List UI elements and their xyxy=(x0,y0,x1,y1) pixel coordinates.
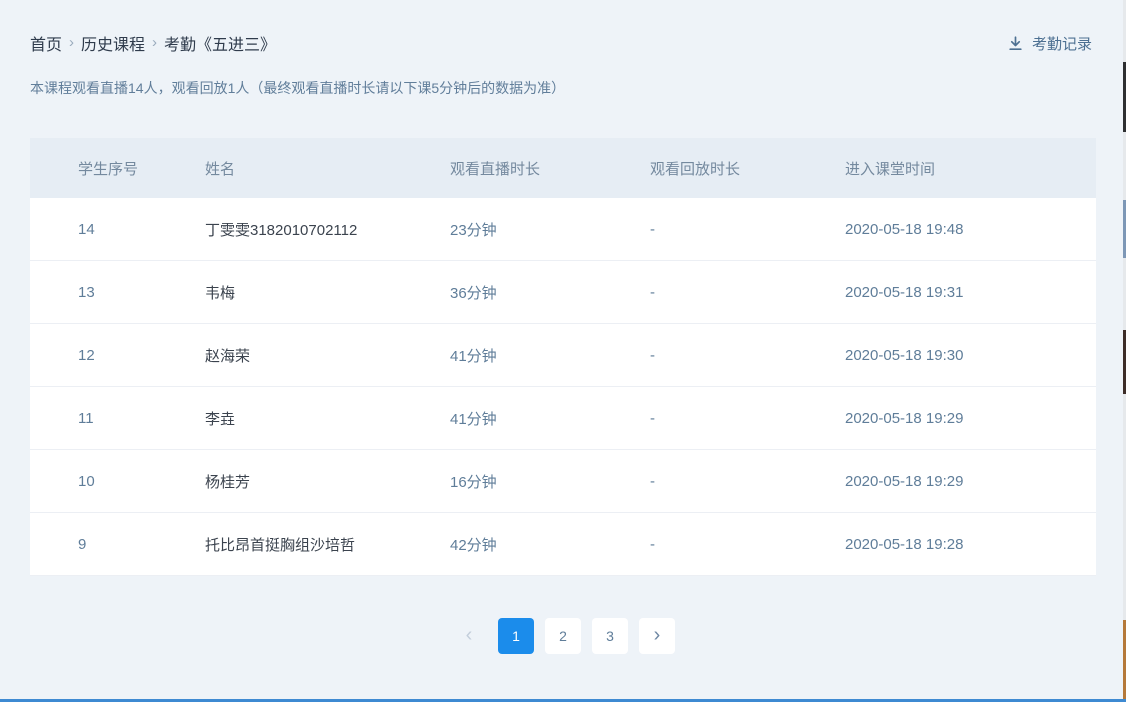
column-header-enter-time: 进入课堂时间 xyxy=(845,158,1096,179)
cell-enter: 2020-05-18 19:48 xyxy=(845,221,1096,238)
cell-enter: 2020-05-18 19:29 xyxy=(845,410,1096,427)
chevron-right-icon: › xyxy=(654,625,661,645)
cell-name: 赵海荣 xyxy=(205,345,450,366)
attendance-table: 学生序号 姓名 观看直播时长 观看回放时长 进入课堂时间 14 丁雯雯31820… xyxy=(30,138,1096,576)
cell-live: 23分钟 xyxy=(450,219,650,240)
table-row: 11 李垚 41分钟 - 2020-05-18 19:29 xyxy=(30,387,1096,450)
cell-replay: - xyxy=(650,473,845,490)
top-bar: 首页 › 历史课程 › 考勤《五进三》 考勤记录 xyxy=(30,30,1092,56)
table-row: 10 杨桂芳 16分钟 - 2020-05-18 19:29 xyxy=(30,450,1096,513)
cell-replay: - xyxy=(650,536,845,553)
column-header-student-seq: 学生序号 xyxy=(30,158,205,179)
cell-replay: - xyxy=(650,284,845,301)
cell-seq: 10 xyxy=(30,473,205,490)
breadcrumb-current-attendance: 考勤《五进三》 xyxy=(164,31,276,55)
cell-seq: 11 xyxy=(30,410,205,427)
attendance-page: 首页 › 历史课程 › 考勤《五进三》 考勤记录 本课程观看直播14人，观看回放… xyxy=(0,0,1126,702)
cell-live: 16分钟 xyxy=(450,471,650,492)
cell-enter: 2020-05-18 19:30 xyxy=(845,347,1096,364)
pagination-next-button[interactable]: › xyxy=(639,618,675,654)
cell-name: 托比昂首挺胸组沙培哲 xyxy=(205,534,450,555)
cell-name: 李垚 xyxy=(205,408,450,429)
cell-seq: 13 xyxy=(30,284,205,301)
pagination-page-1[interactable]: 1 xyxy=(498,618,534,654)
cell-live: 41分钟 xyxy=(450,408,650,429)
download-label: 考勤记录 xyxy=(1032,33,1092,54)
cell-name: 杨桂芳 xyxy=(205,471,450,492)
pagination-page-3[interactable]: 3 xyxy=(592,618,628,654)
cell-seq: 12 xyxy=(30,347,205,364)
cell-seq: 14 xyxy=(30,221,205,238)
table-row: 13 韦梅 36分钟 - 2020-05-18 19:31 xyxy=(30,261,1096,324)
breadcrumb: 首页 › 历史课程 › 考勤《五进三》 xyxy=(30,31,276,55)
breadcrumb-history-courses[interactable]: 历史课程 xyxy=(81,31,145,55)
cell-replay: - xyxy=(650,221,845,238)
cell-live: 36分钟 xyxy=(450,282,650,303)
download-icon xyxy=(1007,35,1024,52)
column-header-live-duration: 观看直播时长 xyxy=(450,158,650,179)
chevron-right-icon: › xyxy=(152,34,157,51)
attendance-record-download-button[interactable]: 考勤记录 xyxy=(1007,33,1092,54)
cell-enter: 2020-05-18 19:29 xyxy=(845,473,1096,490)
breadcrumb-home[interactable]: 首页 xyxy=(30,31,62,55)
column-header-replay-duration: 观看回放时长 xyxy=(650,158,845,179)
pagination: ‹ 1 2 3 › xyxy=(0,618,1126,654)
pagination-page-2[interactable]: 2 xyxy=(545,618,581,654)
course-summary-text: 本课程观看直播14人，观看回放1人（最终观看直播时长请以下课5分钟后的数据为准） xyxy=(30,78,565,98)
cell-seq: 9 xyxy=(30,536,205,553)
chevron-right-icon: › xyxy=(69,34,74,51)
table-row: 12 赵海荣 41分钟 - 2020-05-18 19:30 xyxy=(30,324,1096,387)
cell-name: 韦梅 xyxy=(205,282,450,303)
pagination-prev-button[interactable]: ‹ xyxy=(451,618,487,654)
cell-enter: 2020-05-18 19:28 xyxy=(845,536,1096,553)
column-header-name: 姓名 xyxy=(205,158,450,179)
table-row: 14 丁雯雯3182010702112 23分钟 - 2020-05-18 19… xyxy=(30,198,1096,261)
cell-enter: 2020-05-18 19:31 xyxy=(845,284,1096,301)
cell-live: 41分钟 xyxy=(450,345,650,366)
cell-name: 丁雯雯3182010702112 xyxy=(205,219,450,240)
cell-replay: - xyxy=(650,410,845,427)
cell-replay: - xyxy=(650,347,845,364)
table-header-row: 学生序号 姓名 观看直播时长 观看回放时长 进入课堂时间 xyxy=(30,138,1096,198)
chevron-left-icon: ‹ xyxy=(466,625,473,645)
table-row: 9 托比昂首挺胸组沙培哲 42分钟 - 2020-05-18 19:28 xyxy=(30,513,1096,576)
cell-live: 42分钟 xyxy=(450,534,650,555)
